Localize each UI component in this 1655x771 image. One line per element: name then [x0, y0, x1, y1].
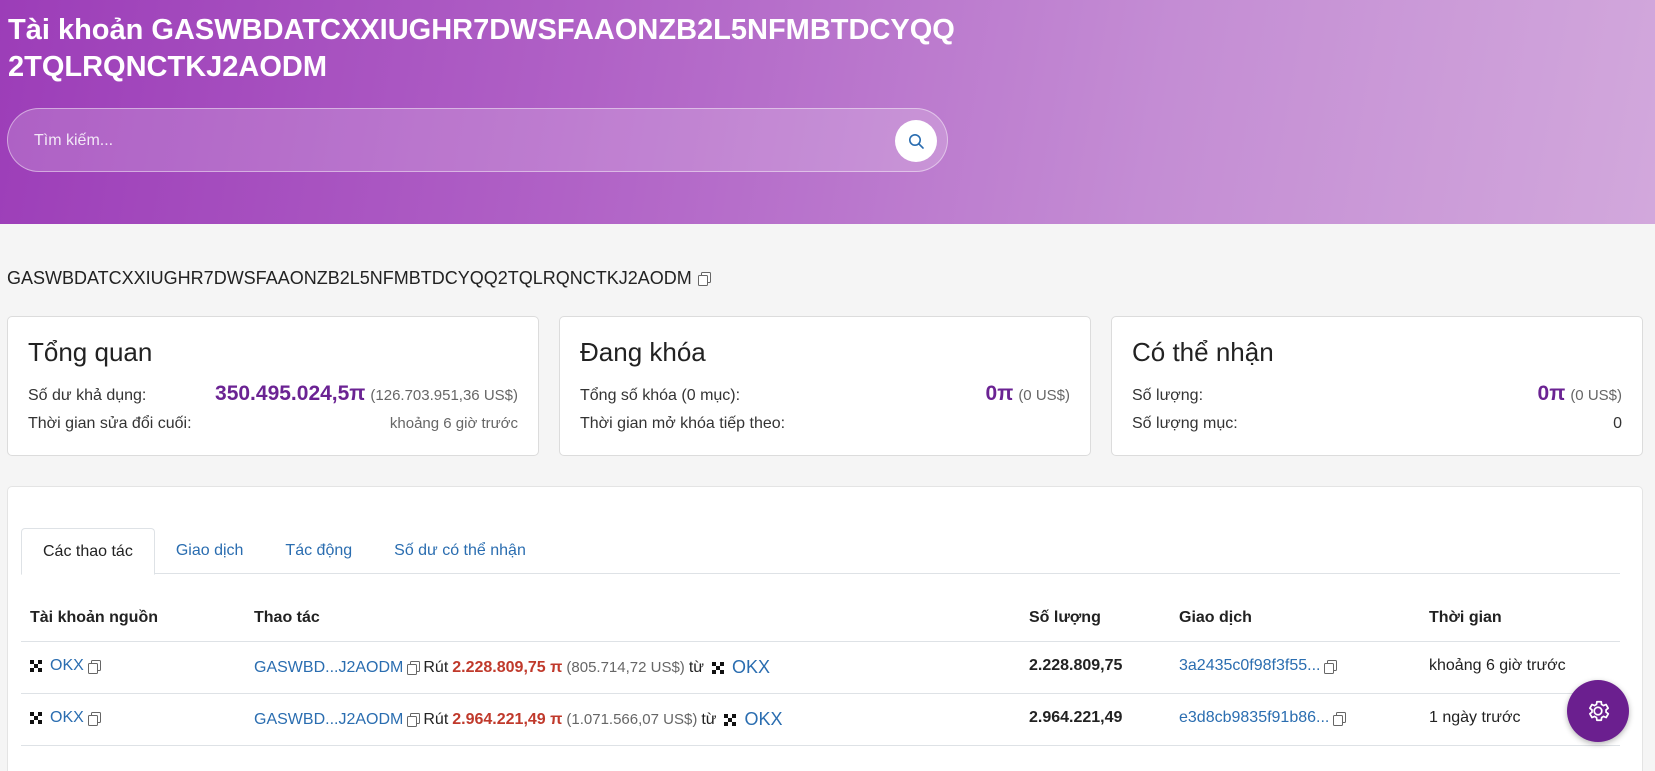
tab-effects[interactable]: Tác động	[264, 528, 373, 574]
locked-total-row: Tổng số khóa (0 mục): 0π (0 US$)	[580, 382, 1070, 406]
claimable-count-value: 0	[1613, 415, 1622, 432]
balance-row: Số dư khả dụng: 350.495.024,5π (126.703.…	[28, 382, 518, 406]
modified-value: khoảng 6 giờ trước	[389, 415, 518, 432]
table-row-2-source: OKX	[30, 709, 101, 727]
claimable-amount-row: Số lượng: 0π (0 US$)	[1132, 382, 1622, 406]
transaction-hash-link[interactable]: 3a2435c0f98f3f55...	[1179, 657, 1320, 675]
destination-account-link[interactable]: OKX	[732, 657, 770, 678]
operation-verb: Rút	[423, 710, 449, 728]
table-row-divider	[21, 693, 1620, 694]
locked-card: Đang khóa Tổng số khóa (0 mục): 0π (0 US…	[559, 316, 1091, 456]
copy-icon[interactable]	[87, 659, 101, 674]
okx-logo-icon	[724, 713, 737, 726]
claimable-title: Có thể nhận	[1132, 337, 1274, 367]
operation-account-link[interactable]: GASWBD...J2AODM	[254, 711, 403, 729]
locked-total-label: Tổng số khóa (0 mục):	[580, 387, 741, 404]
claimable-amount-label: Số lượng:	[1132, 387, 1204, 404]
tab-operations[interactable]: Các thao tác	[21, 528, 155, 575]
hero-banner: Tài khoản GASWBDATCXXIUGHR7DWSFAAONZB2L5…	[0, 0, 1655, 224]
operation-from: từ	[701, 710, 717, 728]
page-title: Tài khoản GASWBDATCXXIUGHR7DWSFAAONZB2L5…	[8, 14, 955, 83]
table-row-divider	[21, 745, 1620, 746]
overview-title: Tổng quan	[28, 337, 153, 367]
modified-label: Thời gian sửa đổi cuối:	[28, 415, 192, 432]
next-unlock-label: Thời gian mở khóa tiếp theo:	[580, 415, 786, 432]
claimable-amount-usd: (0 US$)	[1570, 387, 1622, 404]
operation-verb: Rút	[423, 658, 449, 676]
col-header-time: Thời gian	[1429, 609, 1502, 626]
copy-icon[interactable]	[407, 713, 421, 727]
okx-logo-icon	[30, 660, 42, 672]
operation-usd: (1.071.566,07 US$)	[566, 711, 698, 728]
operation-account-link[interactable]: GASWBD...J2AODM	[254, 659, 403, 677]
col-header-source: Tài khoản nguồn	[30, 609, 158, 626]
copy-icon[interactable]	[407, 661, 421, 675]
copy-icon[interactable]	[697, 272, 711, 286]
source-account-link[interactable]: OKX	[50, 709, 84, 727]
settings-button[interactable]	[1567, 680, 1629, 742]
balance-usd: (126.703.951,36 US$)	[370, 387, 518, 404]
col-header-operation: Thao tác	[254, 609, 320, 626]
okx-logo-icon	[30, 712, 42, 724]
overview-card: Tổng quan Số dư khả dụng: 350.495.024,5π…	[7, 316, 539, 456]
locked-total-value: 0π	[985, 382, 1014, 405]
gear-icon	[1589, 700, 1610, 722]
table-row-2-operation: GASWBD...J2AODM Rút 2.964.221,49 π (1.07…	[254, 709, 782, 730]
copy-icon[interactable]	[87, 711, 101, 726]
operation-from: từ	[688, 658, 704, 676]
table-row-1-operation: GASWBD...J2AODM Rút 2.228.809,75 π (805.…	[254, 657, 770, 678]
table-row-1-source: OKX	[30, 657, 101, 675]
locked-total-usd: (0 US$)	[1018, 387, 1070, 404]
search-bar	[7, 108, 948, 172]
table-row-2-time: 1 ngày trước	[1429, 709, 1521, 726]
transaction-hash-link[interactable]: e3d8cb9835f91b86...	[1179, 709, 1329, 727]
next-unlock-row: Thời gian mở khóa tiếp theo:	[580, 415, 1070, 433]
account-id-text: GASWBDATCXXIUGHR7DWSFAAONZB2L5NFMBTDCYQQ…	[7, 268, 692, 288]
search-button[interactable]	[895, 120, 937, 162]
operation-usd: (805.714,72 US$)	[566, 659, 685, 676]
balance-value: 350.495.024,5π	[215, 382, 366, 405]
account-id-line: GASWBDATCXXIUGHR7DWSFAAONZB2L5NFMBTDCYQQ…	[7, 268, 711, 289]
table-row-1-transaction: 3a2435c0f98f3f55...	[1179, 657, 1338, 675]
col-header-transaction: Giao dịch	[1179, 609, 1252, 626]
table-divider	[21, 641, 1620, 642]
search-input[interactable]	[34, 127, 874, 155]
locked-title: Đang khóa	[580, 337, 706, 367]
okx-logo-icon	[711, 661, 724, 674]
modified-row: Thời gian sửa đổi cuối: khoảng 6 giờ trư…	[28, 415, 518, 433]
tab-claimable-balances[interactable]: Số dư có thể nhận	[373, 528, 547, 574]
operation-amount: 2.964.221,49 π	[452, 710, 563, 728]
copy-icon[interactable]	[1324, 659, 1338, 674]
claimable-amount-value: 0π	[1537, 382, 1566, 405]
table-row-2-amount: 2.964.221,49	[1029, 709, 1123, 726]
search-icon	[908, 133, 924, 149]
table-row-1-time: khoảng 6 giờ trước	[1429, 657, 1566, 674]
balance-label: Số dư khả dụng:	[28, 387, 147, 404]
claimable-count-label: Số lượng mục:	[1132, 415, 1238, 432]
table-row-1-amount: 2.228.809,75	[1029, 657, 1123, 674]
col-header-amount: Số lượng	[1029, 609, 1101, 626]
operations-panel: Các thao tác Giao dịch Tác động Số dư có…	[7, 486, 1643, 771]
copy-icon[interactable]	[1333, 711, 1347, 726]
tab-transactions[interactable]: Giao dịch	[155, 528, 265, 574]
claimable-card: Có thể nhận Số lượng: 0π (0 US$) Số lượn…	[1111, 316, 1643, 456]
table-row-2-transaction: e3d8cb9835f91b86...	[1179, 709, 1347, 727]
source-account-link[interactable]: OKX	[50, 657, 84, 675]
tab-bar: Các thao tác Giao dịch Tác động Số dư có…	[21, 528, 1620, 575]
claimable-count-row: Số lượng mục: 0	[1132, 415, 1622, 433]
operation-amount: 2.228.809,75 π	[452, 658, 563, 676]
destination-account-link[interactable]: OKX	[744, 709, 782, 730]
